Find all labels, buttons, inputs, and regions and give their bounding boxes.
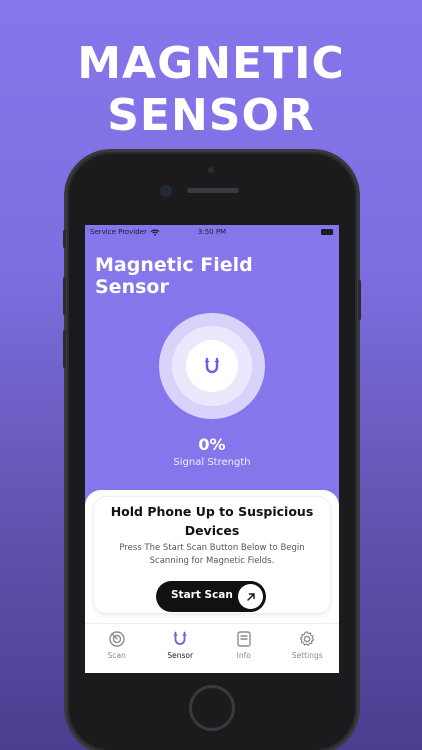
magnet-icon [173, 631, 187, 645]
card-description-line-2: Scanning for Magnetic Fields. [149, 556, 275, 566]
book-icon [237, 631, 251, 647]
card-title-line-2: Devices [184, 523, 240, 538]
tab-sensor-label: Sensor [167, 651, 194, 660]
tab-settings-label: Settings [291, 651, 323, 660]
instruction-card: Hold Phone Up to Suspicious Devices Pres… [94, 497, 330, 613]
status-bar: Service Provider 3:50 PM [85, 225, 339, 239]
gear-icon [300, 631, 315, 646]
promo-headline: MAGNETIC SENSOR [0, 38, 422, 142]
volume-down-button [63, 330, 66, 368]
mute-switch [63, 230, 66, 248]
signal-strength-label: Signal Strength [173, 457, 251, 468]
start-scan-label: Start Scan [171, 589, 233, 601]
start-scan-button[interactable]: Start Scan [156, 581, 266, 612]
headline-line-1: MAGNETIC [77, 38, 345, 89]
earpiece-speaker [187, 188, 239, 193]
power-button [358, 280, 361, 320]
sensor-dot [208, 167, 214, 173]
card-title: Hold Phone Up to Suspicious Devices [94, 502, 330, 540]
card-title-line-1: Hold Phone Up to Suspicious [110, 504, 314, 519]
tab-info[interactable]: Info [212, 624, 276, 673]
tab-info-label: Info [236, 651, 251, 660]
page-title: Magnetic Field Sensor [95, 254, 295, 298]
front-camera [162, 187, 170, 195]
page-title-line-1: Magnetic Field [95, 254, 253, 276]
phone-frame: Service Provider 3:50 PM Magnetic Field … [63, 152, 361, 750]
volume-up-button [63, 277, 66, 315]
tab-scan-label: Scan [107, 651, 126, 660]
home-button[interactable] [189, 685, 235, 731]
app-screen: Service Provider 3:50 PM Magnetic Field … [85, 225, 339, 673]
tab-sensor[interactable]: Sensor [149, 624, 213, 673]
card-description: Press The Start Scan Button Below to Beg… [102, 542, 322, 568]
tab-settings[interactable]: Settings [276, 624, 340, 673]
battery-icon [321, 229, 333, 235]
tab-scan[interactable]: Scan [85, 624, 149, 673]
status-time: 3:50 PM [197, 228, 227, 236]
magnet-icon [204, 357, 220, 374]
signal-strength-value: 0% [198, 435, 226, 454]
arrow-up-right-icon [238, 584, 263, 609]
card-description-line-1: Press The Start Scan Button Below to Beg… [119, 543, 305, 553]
headline-line-2: SENSOR [107, 90, 315, 141]
tab-bar: Scan Sensor Info Settings [85, 623, 339, 673]
magnet-badge [186, 340, 238, 392]
page-title-line-2: Sensor [95, 276, 169, 298]
radar-icon [109, 631, 125, 647]
